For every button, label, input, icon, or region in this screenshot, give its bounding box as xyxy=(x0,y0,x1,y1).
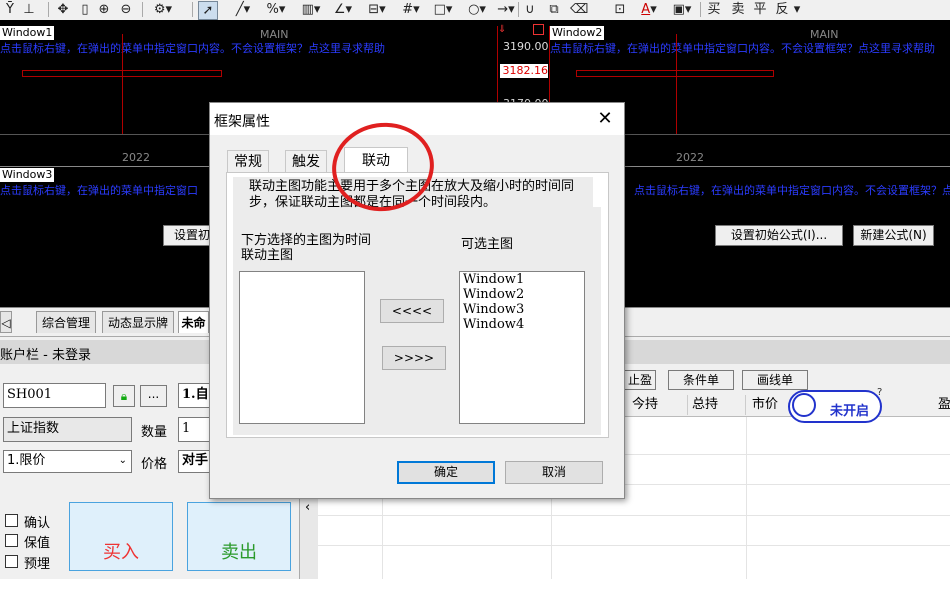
status-badge[interactable]: 未开启 xyxy=(788,390,882,423)
move-left-button[interactable]: <<<< xyxy=(380,299,444,323)
bar-icon[interactable]: ▯ xyxy=(78,1,92,18)
column-header[interactable]: 今持 xyxy=(628,395,688,415)
arrow-icon[interactable]: →▾ xyxy=(494,1,518,18)
lock-icon[interactable]: 🔒︎ xyxy=(113,385,135,407)
stop-profit-button[interactable]: 止盈 xyxy=(624,370,656,390)
frame-properties-dialog: 框架属性 ✕ 常规 触发 联动 联动主图功能主要用于多个主图在放大及缩小时的时间… xyxy=(209,102,625,499)
close-icon[interactable]: ✕ xyxy=(590,107,620,131)
zoom-in-icon[interactable]: ⊕ xyxy=(96,1,112,18)
help-hint[interactable]: 点击鼠标右键，在弹出的菜单中指定窗口内容。不会设置框架？点这里寻求帮助 xyxy=(0,40,497,56)
set-init-formula-button[interactable]: 设置初 xyxy=(163,225,213,246)
arrow-down-icon: ⇓ xyxy=(498,24,507,35)
chevron-down-icon[interactable]: ▾ xyxy=(792,1,802,18)
available-charts-label: 可选主图 xyxy=(461,237,514,252)
toolbar: Ȳ ⊥ ✥ ▯ ⊕ ⊖ ⚙▾ ➚ ╱▾ %▾ ▥▾ ∠▾ ⊟▾ #▾ □▾ ○▾… xyxy=(0,0,950,21)
mode-select[interactable]: 1.自 xyxy=(178,383,210,408)
formula-icon[interactable]: Ȳ xyxy=(2,1,18,18)
circle-icon[interactable]: ○▾ xyxy=(462,1,492,18)
fib-icon[interactable]: ▥▾ xyxy=(296,1,326,18)
magnet-icon[interactable]: ∪ xyxy=(522,1,538,18)
ok-button[interactable]: 确定 xyxy=(397,461,495,484)
sell-tool-button[interactable]: 卖 xyxy=(730,1,746,18)
list-item[interactable]: Window4 xyxy=(460,317,584,332)
qty-label: 数量 xyxy=(141,425,168,440)
tab-general[interactable]: 常规 xyxy=(227,150,269,172)
grid-icon[interactable]: #▾ xyxy=(396,1,426,18)
column-header[interactable]: 盈 xyxy=(934,395,950,415)
window1-title: Window1 xyxy=(0,26,55,40)
tab-management[interactable]: 综合管理 xyxy=(36,311,96,333)
tab-dynamic-board[interactable]: 动态显示牌 xyxy=(102,311,174,333)
linked-charts-list[interactable] xyxy=(239,271,365,424)
rect-icon[interactable]: □▾ xyxy=(428,1,458,18)
cancel-button[interactable]: 取消 xyxy=(505,461,603,484)
flat-tool-button[interactable]: 平 xyxy=(752,1,768,18)
list-item[interactable]: Window3 xyxy=(460,302,584,317)
column-header[interactable]: 总持 xyxy=(688,395,746,415)
current-price-label: 3182.16 xyxy=(500,64,548,78)
list-item[interactable]: Window2 xyxy=(460,287,584,302)
linked-charts-label: 下方选择的主图为时间联动主图 xyxy=(241,233,372,263)
linkage-tab-page: 联动主图功能主要用于多个主图在放大及缩小时的时间同步，保证联动主图都是在同一个时… xyxy=(226,172,609,438)
hedge-label: 保值 xyxy=(24,536,51,551)
help-hint[interactable]: 点击鼠标右键，在弹出的菜单中指定窗口 xyxy=(0,182,209,198)
text-icon[interactable]: A▾ xyxy=(634,1,664,18)
confirm-label: 确认 xyxy=(24,516,51,531)
instrument-field[interactable]: 上证指数 xyxy=(3,417,132,442)
gear-icon[interactable]: ⚙▾ xyxy=(148,1,178,18)
chevron-down-icon: ⌄ xyxy=(118,455,127,466)
zoom-out-icon[interactable]: ⊖ xyxy=(118,1,134,18)
line-order-button[interactable]: 画线单 xyxy=(742,370,808,390)
preorder-label: 预埋 xyxy=(24,557,51,572)
help-icon[interactable]: ? xyxy=(877,387,882,398)
set-init-formula-button[interactable]: 设置初始公式(I)... xyxy=(715,225,843,246)
sell-button[interactable]: 卖出 xyxy=(187,502,291,571)
list-item[interactable]: Window1 xyxy=(460,272,584,287)
year-label: 2022 xyxy=(676,151,704,164)
tab-unnamed[interactable]: 未命 xyxy=(178,311,209,333)
year-label: 2022 xyxy=(122,151,150,164)
copy-icon[interactable]: ⧉ xyxy=(546,1,562,18)
more-button[interactable]: ... xyxy=(140,385,167,407)
percent-tool-icon[interactable]: %▾ xyxy=(262,1,290,18)
maximize-icon[interactable] xyxy=(533,24,544,35)
preorder-checkbox[interactable] xyxy=(5,555,18,568)
tab-trigger[interactable]: 触发 xyxy=(285,150,327,172)
hedge-checkbox[interactable] xyxy=(5,534,18,547)
new-formula-button[interactable]: 新建公式(N) xyxy=(853,225,934,246)
dialog-title: 框架属性 xyxy=(214,114,270,130)
help-hint[interactable]: 点击鼠标右键，在弹出的菜单中指定窗口内容。不会设置框架？点这里寻求帮助 xyxy=(550,40,950,56)
move-right-button[interactable]: >>>> xyxy=(382,346,446,370)
confirm-checkbox[interactable] xyxy=(5,514,18,527)
order-type-select[interactable]: 1.限价 ⌄ xyxy=(3,450,132,473)
buy-tool-button[interactable]: 买 xyxy=(706,1,722,18)
price-input[interactable]: 对手 xyxy=(178,450,210,473)
window2-title: Window2 xyxy=(550,26,605,40)
account-code-field[interactable]: SH001 xyxy=(3,383,106,408)
lock-icon[interactable]: ⊡ xyxy=(612,1,628,18)
account-bar: 账户栏 - 未登录 xyxy=(0,348,91,363)
reverse-tool-button[interactable]: 反 xyxy=(774,1,790,18)
avatar xyxy=(792,393,816,417)
price-label: 价格 xyxy=(141,457,168,472)
window3-title: Window3 xyxy=(0,168,55,182)
draw-icon[interactable]: ∠▾ xyxy=(328,1,358,18)
qty-input[interactable]: 1 xyxy=(178,417,210,442)
available-charts-list[interactable]: Window1 Window2 Window3 Window4 xyxy=(459,271,585,424)
percent-icon[interactable]: ⊥ xyxy=(20,1,38,18)
delete-icon[interactable]: ⌫ xyxy=(570,1,588,18)
save-icon[interactable]: ▣▾ xyxy=(668,1,696,18)
buy-button[interactable]: 买入 xyxy=(69,502,173,571)
parallel-icon[interactable]: ⊟▾ xyxy=(362,1,392,18)
price-top-label: 3190.00 xyxy=(503,40,549,53)
scroll-left-icon[interactable]: ◁ xyxy=(0,311,12,333)
pointer-icon[interactable]: ➚ xyxy=(198,1,218,20)
conditional-order-button[interactable]: 条件单 xyxy=(668,370,734,390)
line-icon[interactable]: ╱▾ xyxy=(228,1,258,18)
help-hint[interactable]: 点击鼠标右键，在弹出的菜单中指定窗口内容。不会设置框架？点这里寻求 xyxy=(634,182,950,198)
collapse-left-icon[interactable]: ‹ xyxy=(305,500,310,515)
move-icon[interactable]: ✥ xyxy=(54,1,72,18)
